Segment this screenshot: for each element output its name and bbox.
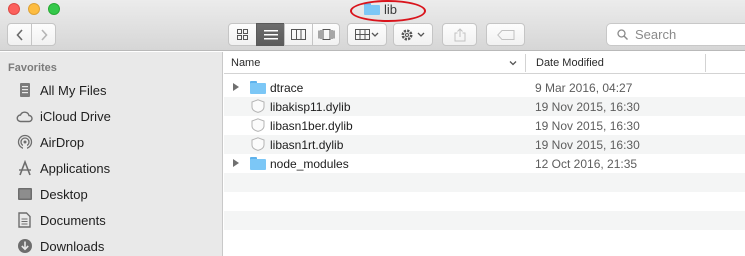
file-row-libasn1rt[interactable]: libasn1rt.dylib 19 Nov 2015, 16:30 <box>224 135 745 154</box>
search-field[interactable]: Search <box>606 23 745 46</box>
sidebar-item-label: All My Files <box>40 82 107 98</box>
icon-view-icon <box>237 29 248 40</box>
search-placeholder: Search <box>635 27 677 42</box>
icon-view-button[interactable] <box>228 23 257 46</box>
forward-button[interactable] <box>31 23 56 46</box>
cloud-icon <box>16 108 33 125</box>
tag-button[interactable] <box>486 23 525 46</box>
annotation-circle <box>350 0 426 22</box>
column-view-icon <box>291 29 306 40</box>
dylib-file-icon <box>251 118 265 132</box>
file-date: 9 Mar 2016, 04:27 <box>535 81 633 95</box>
column-divider[interactable] <box>705 54 706 72</box>
airdrop-icon <box>16 134 33 151</box>
file-name: libasn1ber.dylib <box>270 119 353 133</box>
sidebar-item-downloads[interactable]: Downloads <box>0 233 222 256</box>
file-date: 19 Nov 2015, 16:30 <box>535 138 640 152</box>
empty-row <box>224 192 745 211</box>
file-date: 19 Nov 2015, 16:30 <box>535 119 640 133</box>
empty-row <box>224 230 745 249</box>
maximize-window-button[interactable] <box>48 3 60 15</box>
sidebar-item-airdrop[interactable]: AirDrop <box>0 129 222 155</box>
back-button[interactable] <box>7 23 32 46</box>
sidebar-item-label: AirDrop <box>40 134 85 150</box>
sidebar-item-label: Documents <box>40 212 106 228</box>
column-divider[interactable] <box>525 54 526 72</box>
folder-icon <box>250 80 266 94</box>
share-button[interactable] <box>442 23 477 46</box>
file-name: node_modules <box>270 157 349 171</box>
arrange-grid-icon <box>355 29 379 40</box>
file-name: libakisp11.dylib <box>270 100 351 114</box>
search-icon <box>617 29 628 40</box>
disclosure-triangle-icon[interactable] <box>233 159 239 167</box>
sidebar-item-icloud-drive[interactable]: iCloud Drive <box>0 103 222 129</box>
documents-icon <box>16 212 33 229</box>
sidebar-item-documents[interactable]: Documents <box>0 207 222 233</box>
minimize-window-button[interactable] <box>28 3 40 15</box>
action-button[interactable] <box>393 23 433 46</box>
empty-row <box>224 211 745 230</box>
share-icon <box>454 27 465 41</box>
file-name: dtrace <box>270 81 304 95</box>
list-view-button[interactable] <box>256 23 285 46</box>
file-date: 12 Oct 2016, 21:35 <box>535 157 638 171</box>
sidebar-heading: Favorites <box>8 62 57 74</box>
empty-row <box>224 173 745 192</box>
tag-icon <box>496 29 514 40</box>
name-column-header[interactable]: Name <box>231 57 260 69</box>
file-row-dtrace[interactable]: dtrace 9 Mar 2016, 04:27 <box>224 78 745 97</box>
dylib-file-icon <box>251 99 265 113</box>
list-view-icon <box>263 29 278 39</box>
file-name: libasn1rt.dylib <box>270 138 344 152</box>
close-window-button[interactable] <box>8 3 20 15</box>
folder-icon <box>250 156 266 170</box>
disclosure-triangle-icon[interactable] <box>233 83 239 91</box>
file-date: 19 Nov 2015, 16:30 <box>535 100 640 114</box>
sidebar-item-desktop[interactable]: Desktop <box>0 181 222 207</box>
gear-icon <box>401 29 425 40</box>
cover-flow-icon <box>318 29 334 40</box>
column-header: Name Date Modified <box>224 52 745 74</box>
date-modified-column-header[interactable]: Date Modified <box>536 57 604 69</box>
chevron-right-icon <box>40 28 48 41</box>
sidebar-item-all-my-files[interactable]: All My Files <box>0 77 222 103</box>
cover-flow-button[interactable] <box>312 23 340 46</box>
sidebar: Favorites All My Files iCloud Drive AirD… <box>0 52 223 256</box>
arrange-button[interactable] <box>347 23 387 46</box>
chevron-left-icon <box>15 28 23 41</box>
window-toolbar: lib Search <box>0 0 745 51</box>
sidebar-item-label: iCloud Drive <box>40 108 111 124</box>
downloads-icon <box>16 238 33 255</box>
sidebar-item-applications[interactable]: Applications <box>0 155 222 181</box>
file-row-libasn1ber[interactable]: libasn1ber.dylib 19 Nov 2015, 16:30 <box>224 116 745 135</box>
sidebar-item-label: Downloads <box>40 238 105 254</box>
sidebar-item-label: Desktop <box>40 186 88 202</box>
sort-chevron-icon[interactable] <box>508 58 518 68</box>
file-row-node-modules[interactable]: node_modules 12 Oct 2016, 21:35 <box>224 154 745 173</box>
column-view-button[interactable] <box>284 23 313 46</box>
file-row-libakisp11[interactable]: libakisp11.dylib 19 Nov 2015, 16:30 <box>224 97 745 116</box>
desktop-icon <box>16 186 33 203</box>
all-files-icon <box>16 82 33 99</box>
sidebar-item-label: Applications <box>40 160 111 176</box>
applications-icon <box>16 160 33 177</box>
dylib-file-icon <box>251 137 265 151</box>
file-list: Name Date Modified dtrace 9 Mar 2016, 04… <box>224 52 745 256</box>
